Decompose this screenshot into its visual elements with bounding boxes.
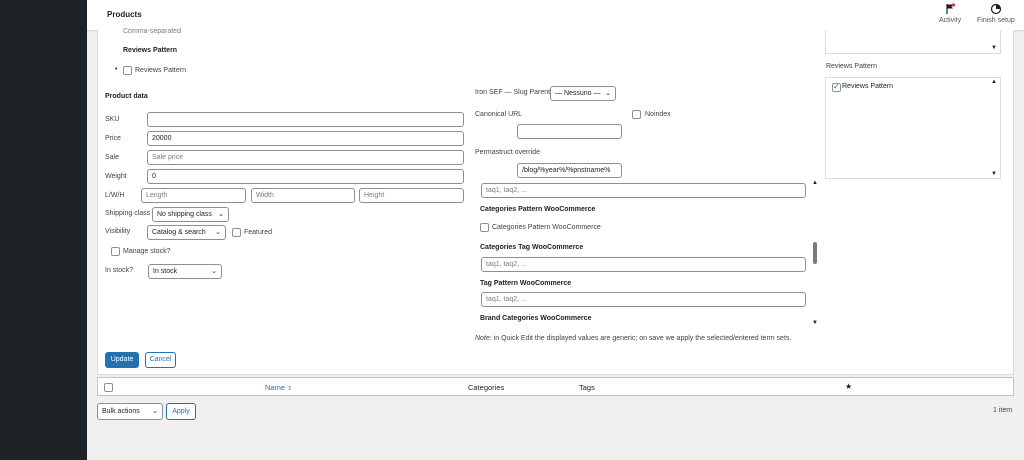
scrollbar-thumb[interactable] <box>813 242 817 264</box>
permastruct-input[interactable]: /blog/%year%/%pnstname% <box>517 163 622 178</box>
scroll-down-icon[interactable]: ▼ <box>812 320 818 326</box>
product-data-heading: Product data <box>105 93 148 100</box>
featured-checkbox[interactable] <box>232 228 241 237</box>
noindex-checkbox[interactable] <box>632 110 641 119</box>
scroll-down-icon[interactable]: ▼ <box>991 171 997 177</box>
length-input[interactable]: Length <box>141 188 246 203</box>
activity-button[interactable]: Activity <box>939 3 961 24</box>
width-input[interactable]: Width <box>251 188 355 203</box>
select-all-checkbox[interactable] <box>104 383 113 392</box>
reviews-pattern-right-label: Reviews Pattern <box>842 83 893 90</box>
sale-label: Sale <box>105 154 120 161</box>
visibility-value: Catalog & search <box>152 229 206 236</box>
bulk-actions-value: Bulk actions <box>102 408 140 415</box>
page-title: Products <box>107 10 142 19</box>
lwh-label: L/W/H <box>105 192 125 199</box>
visibility-label: Visibility <box>105 228 131 235</box>
reviews-pattern-heading: Reviews Pattern <box>123 47 178 54</box>
scroll-up-icon[interactable]: ▲ <box>991 79 997 85</box>
top-header: Products Activity Finish setup <box>87 0 1024 30</box>
progress-ring-icon <box>990 3 1001 15</box>
comma-separated-hint: Comma-separated <box>123 28 181 35</box>
permastruct-label: Permastruct override <box>475 149 540 156</box>
price-input[interactable]: 20000 <box>147 131 464 146</box>
tags-input-2[interactable]: taq1, taq2, ... <box>481 257 806 272</box>
bulk-actions-select[interactable]: Bulk actions ⌄ <box>97 403 163 420</box>
right-reviews-pattern-heading: Reviews Pattern <box>826 63 877 70</box>
note-text: in Quick Edit the displayed values are g… <box>491 335 792 342</box>
tags-input-1[interactable]: taq1, taq2, ... <box>481 183 806 198</box>
noindex-label: Noindex <box>645 111 671 118</box>
update-button[interactable]: Update <box>105 352 139 368</box>
visibility-select[interactable]: Catalog & search ⌄ <box>147 225 226 240</box>
shipping-class-value: No shipping class <box>157 211 212 218</box>
note-prefix: Note: <box>475 335 492 342</box>
activity-label: Activity <box>939 17 962 24</box>
slug-parent-select[interactable]: — Nessuno — ⌄ <box>550 86 616 101</box>
categories-pattern-heading: Categories Pattern WooCommerce <box>480 206 596 213</box>
shipping-class-select[interactable]: No shipping class ⌄ <box>152 207 229 222</box>
quick-edit-note: Note: in Quick Edit the displayed values… <box>475 335 791 342</box>
chevron-down-icon: ⌄ <box>218 211 224 218</box>
sku-input[interactable] <box>147 112 464 127</box>
stock-status-select[interactable]: In stock ⌄ <box>148 264 222 279</box>
categories-pattern-label: Categories Pattern WooCommerce <box>492 224 601 231</box>
sku-label: SKU <box>105 116 120 123</box>
product-table-header: Name ⇕ Categories Tags ★ <box>97 377 1014 396</box>
quick-edit-panel: ▼ Reviews Pattern ✓ Reviews Pattern ▲ ▼ … <box>97 28 1014 375</box>
taxonomy-box-top[interactable]: ▼ <box>825 30 1001 54</box>
categories-tag-heading: Categories Tag WooCommerce <box>480 244 584 251</box>
chevron-down-icon: ⌄ <box>215 229 221 236</box>
cancel-button[interactable]: Cancel <box>145 352 176 368</box>
taxonomy-scroll-area[interactable]: taq1, taq2, ... Categories Pattern WooCo… <box>475 180 820 330</box>
slug-parent-label: Iron SEF — Slug Parent <box>475 89 551 96</box>
reviews-pattern-label: Reviews Pattern <box>135 67 186 74</box>
shipping-class-label: Shipping class <box>105 210 151 217</box>
categories-pattern-checkbox[interactable] <box>480 223 489 232</box>
tags-column-header: Tags <box>579 383 595 392</box>
reviews-pattern-box[interactable]: ✓ Reviews Pattern ▲ ▼ <box>825 77 1001 179</box>
sort-icon: ⇕ <box>287 386 293 392</box>
admin-sidebar <box>0 0 87 460</box>
finish-setup-button[interactable]: Finish setup <box>977 3 1015 24</box>
bullet-icon: • <box>115 66 118 73</box>
name-column-label: Name <box>265 383 286 392</box>
scroll-down-icon[interactable]: ▼ <box>991 45 997 51</box>
chevron-down-icon: ⌄ <box>152 408 158 415</box>
weight-label: Weight <box>105 173 127 180</box>
reviews-pattern-checkbox[interactable] <box>123 66 132 75</box>
tags-input-3[interactable]: taq1, taq2, ... <box>481 292 806 307</box>
chevron-down-icon: ⌄ <box>605 90 611 97</box>
flag-icon <box>946 3 956 14</box>
canonical-url-input[interactable] <box>517 124 622 139</box>
reviews-pattern-right-checkbox[interactable]: ✓ <box>832 82 841 92</box>
check-icon: ✓ <box>833 82 840 91</box>
sale-price-input[interactable]: Sale price <box>147 150 464 165</box>
featured-star-icon[interactable]: ★ <box>845 382 852 391</box>
weight-input[interactable]: 0 <box>147 169 464 184</box>
tag-pattern-heading: Tag Pattern WooCommerce <box>480 280 572 287</box>
featured-label: Featured <box>244 229 273 236</box>
in-stock-label: In stock? <box>105 267 134 274</box>
chevron-down-icon: ⌄ <box>211 268 217 275</box>
slug-parent-value: — Nessuno — <box>555 90 601 97</box>
manage-stock-checkbox[interactable] <box>111 247 120 256</box>
scroll-up-icon[interactable]: ▲ <box>812 180 818 186</box>
items-count: 1 item <box>993 407 1013 414</box>
canonical-url-label: Canonical URL <box>475 111 523 118</box>
price-label: Price <box>105 135 121 142</box>
manage-stock-label: Manage stock? <box>123 248 171 255</box>
stock-status-value: In stock <box>153 268 178 275</box>
categories-column-header: Categories <box>468 383 505 392</box>
brand-categories-heading: Brand Categories WooCommerce <box>480 315 592 322</box>
height-input[interactable]: Height <box>359 188 464 203</box>
apply-button[interactable]: Apply <box>166 403 196 420</box>
name-column-header[interactable]: Name ⇕ <box>265 383 292 392</box>
finish-setup-label: Finish setup <box>977 17 1015 24</box>
